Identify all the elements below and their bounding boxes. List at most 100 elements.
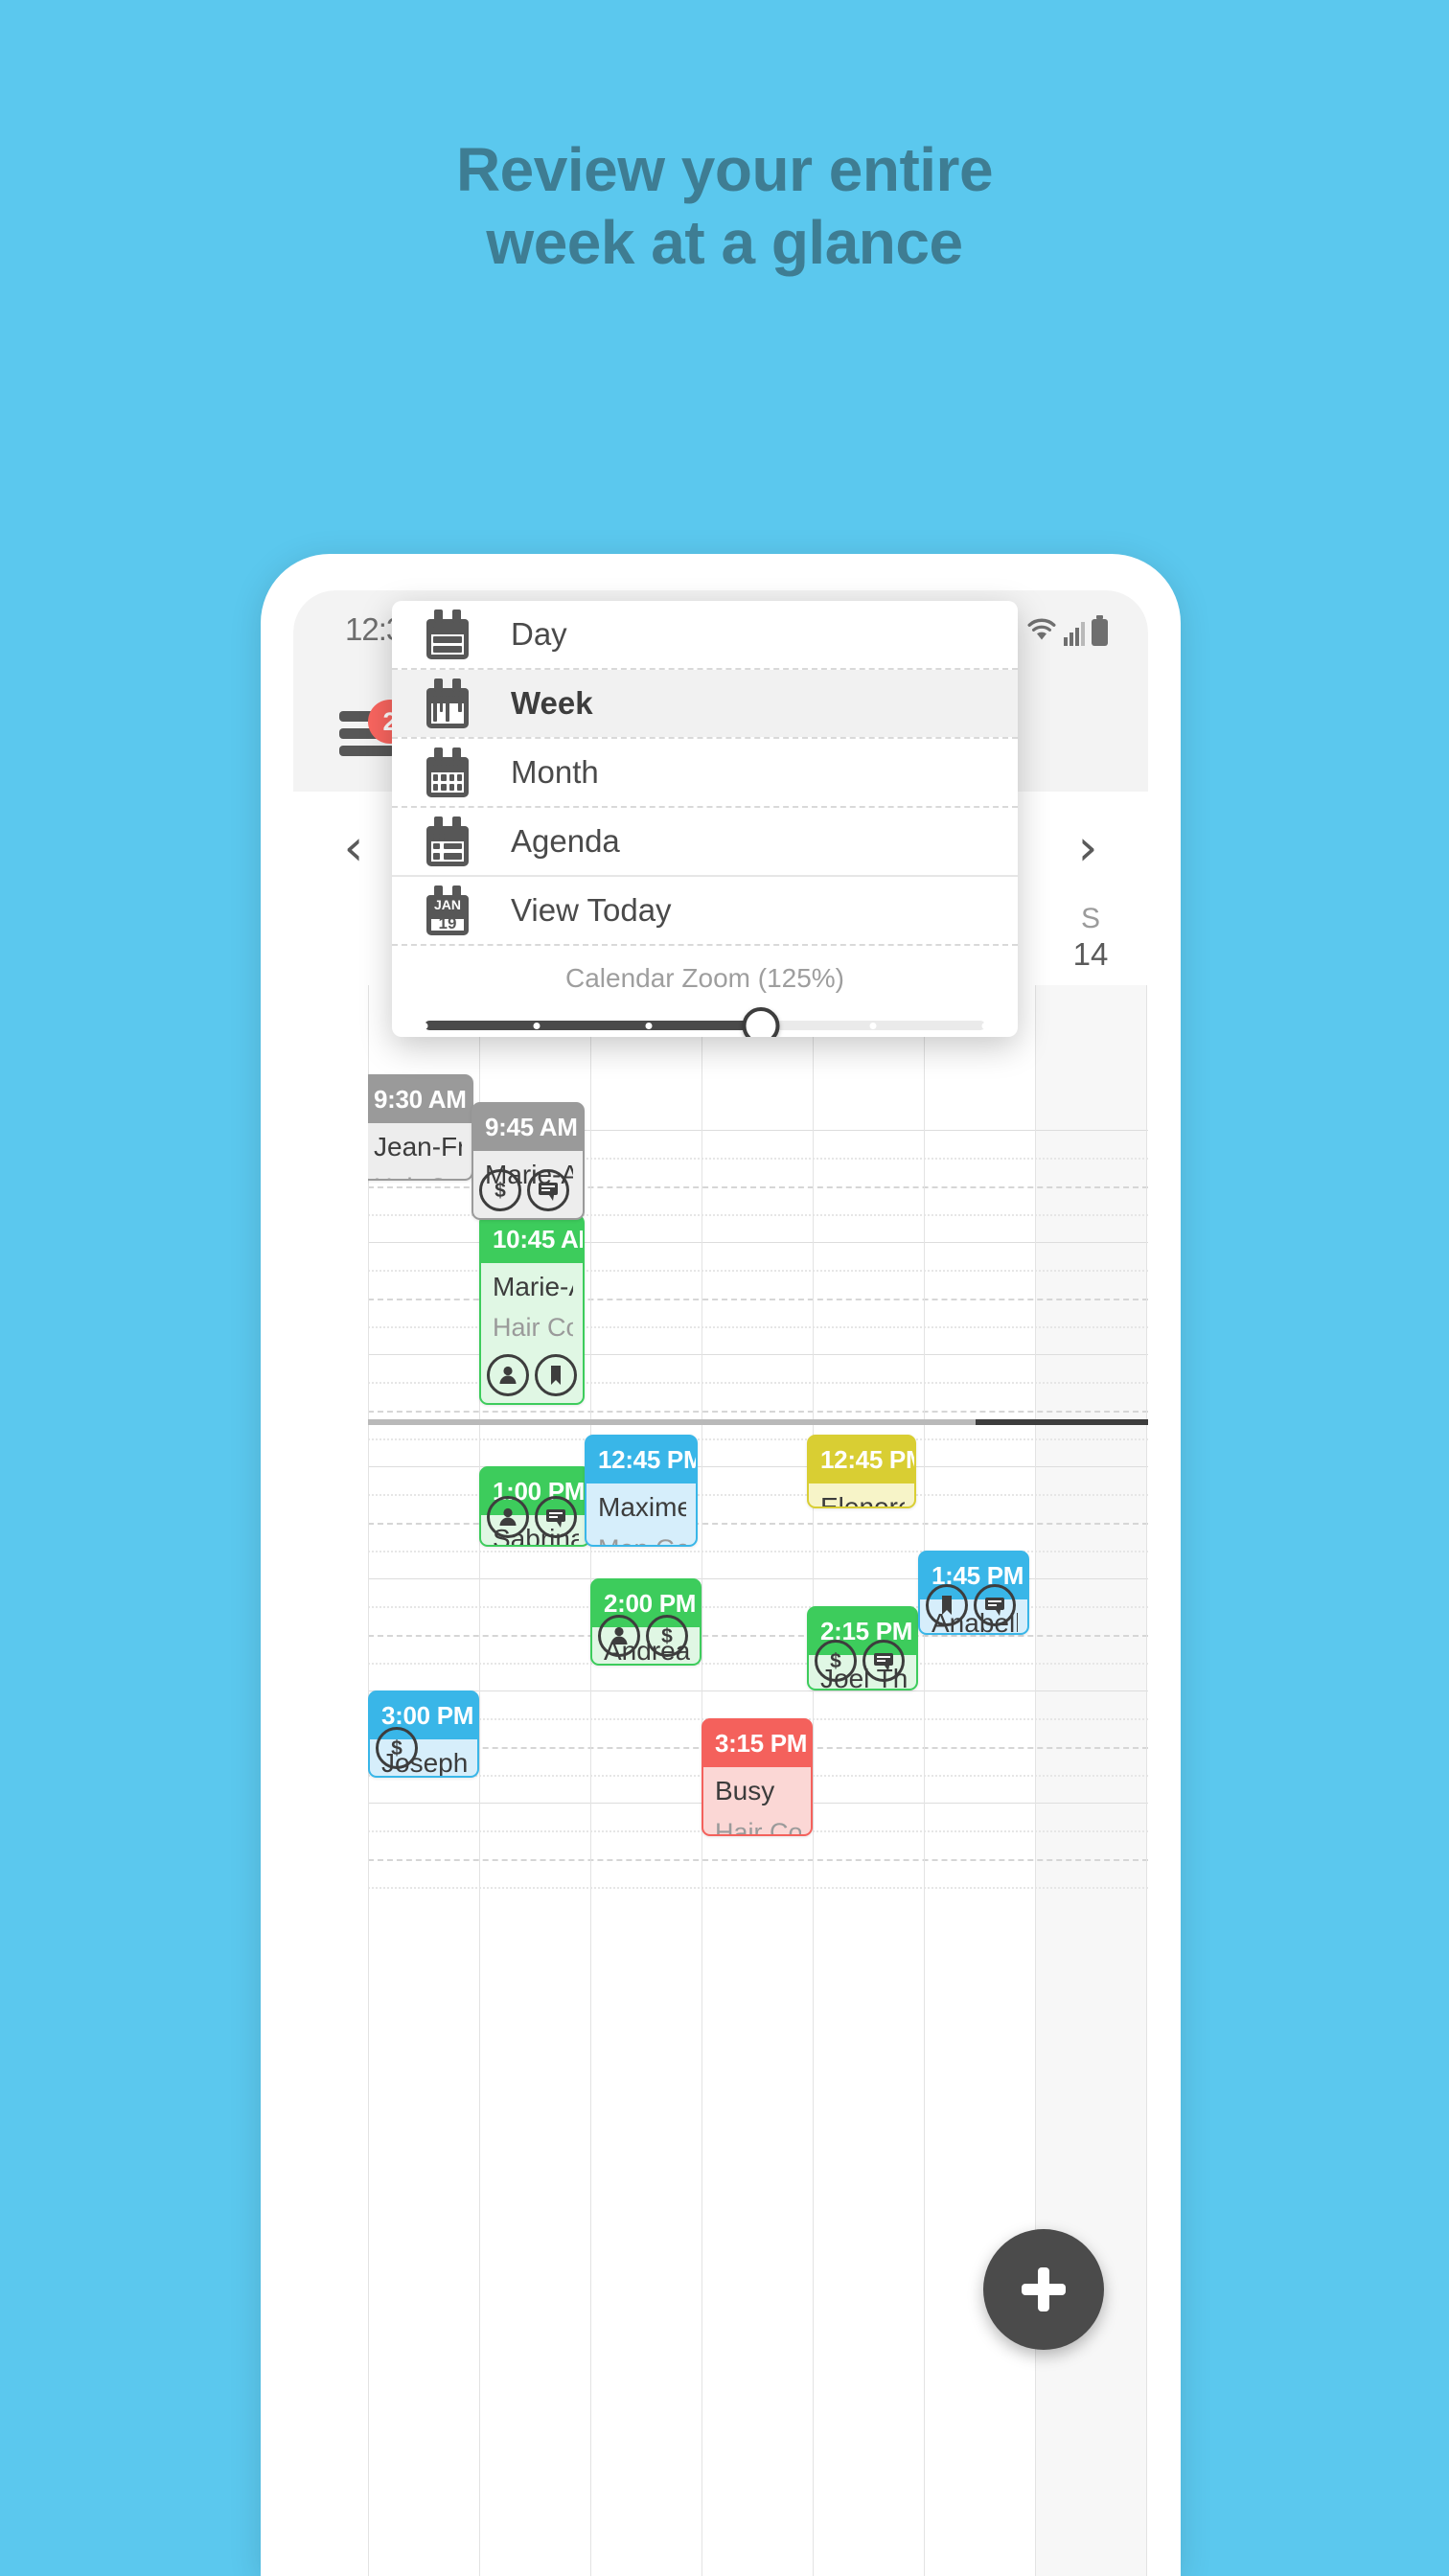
slider-tick <box>869 1023 877 1029</box>
slider-thumb[interactable] <box>742 1007 780 1037</box>
current-time-indicator <box>368 1418 1148 1425</box>
hour-gutter <box>293 985 368 2576</box>
status-bar-icons <box>1026 611 1108 646</box>
dollar-icon[interactable]: $ <box>479 1168 521 1211</box>
event-time: 10:45 AM <box>493 1224 583 1254</box>
page-headline: Review your entire week at a glance <box>0 134 1449 279</box>
sub-hour-line <box>368 1662 1148 1665</box>
calendar-event[interactable]: 12:45 PM Maxime L Men Gen <box>585 1435 698 1548</box>
calendar-event[interactable]: 3:00 PMJosephin$ <box>368 1690 479 1779</box>
sub-hour-line <box>368 1438 1148 1440</box>
calendar-zoom-slider[interactable] <box>421 1000 989 1037</box>
comment-icon[interactable] <box>974 1583 1016 1626</box>
comment-icon[interactable] <box>862 1640 905 1682</box>
menu-item-label: Month <box>511 754 599 790</box>
calendar-today-icon: JAN 19 <box>426 886 469 935</box>
event-time: 12:45 PM <box>820 1445 914 1475</box>
sub-hour-line <box>368 1606 1148 1609</box>
day-column-header[interactable]: S 14 <box>1045 903 1137 972</box>
sub-hour-line <box>368 1550 1148 1552</box>
event-body: Maxime L Men Gen <box>586 1484 696 1546</box>
view-today-month: JAN <box>433 897 461 912</box>
calendar-day-icon <box>426 610 469 659</box>
battery-icon <box>1092 615 1108 646</box>
event-time: 12:45 PM <box>598 1445 696 1475</box>
hour-line <box>368 1690 1148 1691</box>
day-divider <box>813 985 814 2576</box>
event-body: Busy Hair Colo <box>703 1767 811 1837</box>
event-icons <box>487 1496 577 1539</box>
menu-item-month[interactable]: Month <box>392 739 1018 806</box>
calendar-event[interactable]: 1:00 PMSabrina H <box>479 1466 590 1548</box>
signal-bars-icon <box>1064 621 1085 646</box>
next-month-button[interactable]: › <box>1054 815 1121 882</box>
add-appointment-button[interactable] <box>983 2229 1104 2350</box>
event-icons: $ <box>815 1640 905 1682</box>
slider-tick <box>645 1023 653 1029</box>
calendar-zoom-label: Calendar Zoom (125%) <box>564 963 845 993</box>
comment-icon[interactable] <box>535 1496 577 1539</box>
event-service: Hair Cut <box>374 1172 462 1179</box>
calendar-event[interactable]: 12:45 PM Elenore S <box>807 1435 916 1509</box>
menu-item-label: Agenda <box>511 823 620 859</box>
sub-hour-line <box>368 1886 1148 1889</box>
menu-item-label: Day <box>511 616 567 652</box>
event-client-name: Jean-Fra <box>374 1131 462 1162</box>
menu-item-agenda[interactable]: Agenda <box>392 808 1018 875</box>
headline-line-2: week at a glance <box>486 207 963 277</box>
menu-item-label: View Today <box>511 892 672 928</box>
slider-tick <box>421 1023 428 1029</box>
day-divider <box>368 985 369 2576</box>
calendar-event[interactable]: 1:45 PMAnabelle <box>918 1550 1029 1635</box>
calendar-agenda-icon <box>426 816 469 866</box>
svg-text:$: $ <box>494 1180 506 1202</box>
event-icons <box>487 1353 577 1396</box>
calendar-event[interactable]: 9:30 AM Jean-Fra Hair Cut <box>360 1073 473 1181</box>
calendar-event[interactable]: 2:15 PMJoel Thib$ <box>807 1606 918 1690</box>
calendar-event[interactable]: 2:00 PMAndreane$ <box>590 1578 702 1667</box>
menu-item-week[interactable]: Week <box>392 670 1018 737</box>
event-service: Hair Colo <box>715 1817 801 1837</box>
event-client-name: Marie-An <box>493 1271 573 1301</box>
event-icons: $ <box>598 1615 688 1658</box>
bookmark-icon[interactable] <box>535 1353 577 1396</box>
slider-fill <box>425 1021 761 1030</box>
event-time: 9:30 AM <box>374 1084 467 1114</box>
day-divider <box>590 985 591 2576</box>
event-service: Hair Colo <box>493 1313 573 1343</box>
slider-tick <box>533 1023 540 1029</box>
svg-text:$: $ <box>391 1737 402 1760</box>
dollar-icon[interactable]: $ <box>646 1615 688 1658</box>
event-client-name: Busy <box>715 1776 775 1806</box>
comment-icon[interactable] <box>527 1168 569 1211</box>
hour-line <box>368 1578 1148 1579</box>
day-weekday: S <box>1080 903 1100 934</box>
calendar-event[interactable]: 9:45 AMMarie-An$ <box>472 1101 585 1220</box>
sub-hour-line <box>368 1858 1148 1861</box>
calendar-event[interactable]: 3:15 PM - Busy Hair Colo <box>702 1718 813 1837</box>
event-icons: $ <box>479 1168 569 1211</box>
svg-text:$: $ <box>830 1650 841 1672</box>
calendar-view-dropdown[interactable]: Day Week Month Agenda JAN 19 View Today … <box>392 601 1018 1037</box>
dollar-icon[interactable]: $ <box>376 1727 418 1770</box>
sub-hour-line <box>368 1410 1148 1413</box>
person-icon[interactable] <box>598 1615 640 1658</box>
event-client-name: Maxime L <box>598 1492 686 1523</box>
calendar-event[interactable]: 10:45 AM Marie-An Hair Colo <box>479 1213 585 1405</box>
event-time: 3:15 PM - <box>715 1729 811 1759</box>
person-icon[interactable] <box>487 1496 529 1539</box>
day-divider <box>1146 985 1147 2576</box>
event-service: Men Gen <box>598 1533 686 1545</box>
person-icon[interactable] <box>487 1353 529 1396</box>
dollar-icon[interactable]: $ <box>815 1640 857 1682</box>
calendar-month-icon <box>426 748 469 797</box>
menu-item-view-today[interactable]: JAN 19 View Today <box>392 877 1018 944</box>
svg-text:$: $ <box>661 1625 673 1647</box>
menu-item-label: Week <box>511 685 593 721</box>
bookmark-icon[interactable] <box>926 1583 968 1626</box>
wifi-icon <box>1026 616 1057 646</box>
menu-item-day[interactable]: Day <box>392 601 1018 668</box>
event-icons <box>926 1583 1016 1626</box>
event-time: 9:45 AM <box>485 1112 578 1141</box>
view-today-day: 19 <box>438 913 457 932</box>
